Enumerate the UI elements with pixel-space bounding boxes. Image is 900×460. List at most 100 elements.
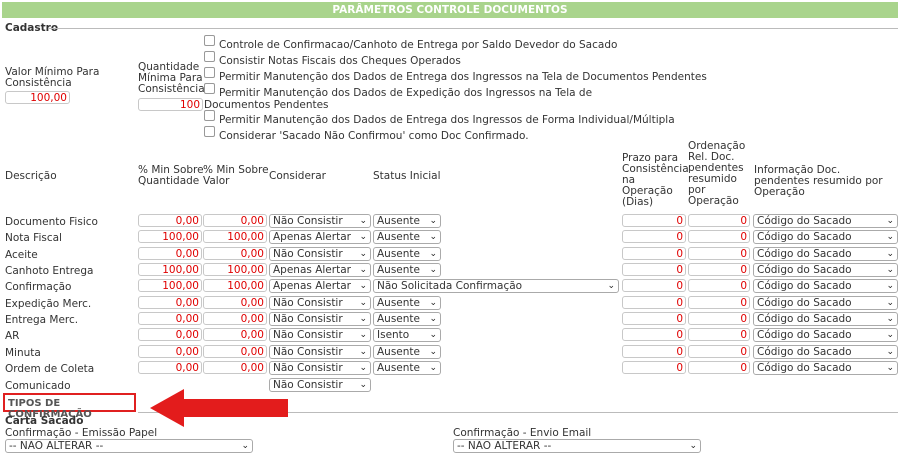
considerar-select[interactable]: Não Consistir ⌄ [269,214,371,228]
info-select[interactable]: Código do Sacado ⌄ [753,344,898,359]
option-checkbox[interactable] [204,126,215,137]
ordenacao-input[interactable]: 0 [688,246,750,260]
prazo-input[interactable]: 0 [622,344,686,358]
info-select[interactable]: Código do Sacado ⌄ [753,263,898,278]
prazo-input[interactable]: 0 [622,328,686,342]
info-select[interactable]: Código do Sacado ⌄ [753,295,898,310]
emissao-papel-value: -- NÃO ALTERAR -- [9,440,104,452]
chevron-down-icon: ⌄ [359,297,367,308]
considerar-select[interactable]: Apenas Alertar ⌄ [269,230,371,245]
ordenacao-input[interactable]: 0 [688,344,750,358]
pct-valor-input[interactable]: 0,00 [203,361,267,375]
prazo-input[interactable]: 0 [622,295,686,309]
pct-qtd-input[interactable]: 100,00 [138,279,202,293]
pct-qtd-input[interactable]: 0,00 [138,246,202,260]
considerar-select[interactable]: Não Consistir ⌄ [269,328,371,343]
considerar-select[interactable]: Não Consistir ⌄ [269,295,371,310]
considerar-select[interactable]: Apenas Alertar ⌄ [269,263,371,278]
status-select[interactable]: Ausente ⌄ [373,214,441,228]
info-select[interactable]: Código do Sacado ⌄ [753,230,898,245]
chevron-down-icon: ⌄ [359,379,367,390]
considerar-select-value: Não Consistir [273,313,343,326]
pct-qtd-input[interactable]: 100,00 [138,230,202,244]
status-select[interactable]: Não Solicitada Confirmação ⌄ [373,279,619,294]
option-checkbox[interactable] [204,51,215,62]
ordenacao-input[interactable]: 0 [688,263,750,277]
info-select[interactable]: Código do Sacado ⌄ [753,279,898,294]
envio-email-select[interactable]: -- NÃO ALTERAR -- ⌄ [453,439,701,453]
prazo-input[interactable]: 0 [622,312,686,326]
col-header-prazo: Prazo para Consistência na Operação (Dia… [622,152,689,208]
pct-valor-input[interactable]: 0,00 [203,295,267,309]
considerar-select[interactable]: Não Consistir ⌄ [269,246,371,261]
prazo-input[interactable]: 0 [622,230,686,244]
chevron-down-icon: ⌄ [886,330,894,341]
info-select[interactable]: Código do Sacado ⌄ [753,214,898,228]
tipos-confirmacao-highlight: TIPOS DE CONFIRMAÇÃO [3,393,136,420]
status-select[interactable]: Isento ⌄ [373,328,441,343]
pct-qtd-input[interactable]: 0,00 [138,328,202,342]
pct-qtd-input[interactable]: 100,00 [138,263,202,277]
pct-valor-input[interactable]: 100,00 [203,263,267,277]
envio-email-label: Confirmação - Envio Email [453,427,592,439]
chevron-down-icon: ⌄ [886,216,894,226]
option-checkbox[interactable] [204,67,215,78]
prazo-input[interactable]: 0 [622,361,686,375]
quantidade-minima-input[interactable]: 100 [138,98,203,111]
considerar-select-value: Não Consistir [273,247,343,260]
col-header-ordenacao: Ordenação Rel. Doc. pendentes resumido p… [688,140,746,207]
row-description: Minuta [5,346,41,359]
info-select[interactable]: Código do Sacado ⌄ [753,328,898,343]
status-select[interactable]: Ausente ⌄ [373,312,441,327]
status-select[interactable]: Ausente ⌄ [373,295,441,310]
info-select[interactable]: Código do Sacado ⌄ [753,361,898,376]
valor-minimo-input[interactable]: 100,00 [5,91,70,104]
ordenacao-input[interactable]: 0 [688,312,750,326]
option-checkbox-label: Permitir Manutenção dos Dados de Entrega… [219,114,675,126]
considerar-select[interactable]: Não Consistir ⌄ [269,312,371,327]
pct-valor-input[interactable]: 100,00 [203,279,267,293]
option-checkbox[interactable] [204,35,215,46]
status-select[interactable]: Ausente ⌄ [373,361,441,376]
prazo-input[interactable]: 0 [622,263,686,277]
pct-valor-input[interactable]: 100,00 [203,230,267,244]
pct-qtd-input[interactable]: 0,00 [138,344,202,358]
prazo-input[interactable]: 0 [622,214,686,227]
row-description: Comunicado [5,379,71,392]
row-description: Documento Fisico [5,216,98,228]
option-checkbox[interactable] [204,110,215,121]
emissao-papel-select[interactable]: -- NÃO ALTERAR -- ⌄ [5,439,253,453]
chevron-down-icon: ⌄ [886,232,894,243]
pct-valor-input[interactable]: 0,00 [203,344,267,358]
considerar-select[interactable]: Não Consistir ⌄ [269,344,371,359]
pct-valor-input[interactable]: 0,00 [203,246,267,260]
ordenacao-input[interactable]: 0 [688,279,750,293]
status-select-value: Ausente [377,215,420,227]
pct-valor-input[interactable]: 0,00 [203,312,267,326]
pct-qtd-input[interactable]: 0,00 [138,295,202,309]
status-select-value: Não Solicitada Confirmação [377,280,523,293]
considerar-select[interactable]: Não Consistir ⌄ [269,361,371,376]
pct-valor-input[interactable]: 0,00 [203,214,267,227]
considerar-select-value: Apenas Alertar [273,231,351,244]
ordenacao-input[interactable]: 0 [688,214,750,227]
info-select[interactable]: Código do Sacado ⌄ [753,312,898,327]
ordenacao-input[interactable]: 0 [688,230,750,244]
pct-qtd-input[interactable]: 0,00 [138,361,202,375]
info-select[interactable]: Código do Sacado ⌄ [753,246,898,261]
prazo-input[interactable]: 0 [622,279,686,293]
considerar-select[interactable]: Apenas Alertar ⌄ [269,279,371,294]
row-description: Aceite [5,248,38,261]
info-select-value: Código do Sacado [757,345,852,358]
ordenacao-input[interactable]: 0 [688,328,750,342]
status-select[interactable]: Ausente ⌄ [373,344,441,359]
ordenacao-input[interactable]: 0 [688,295,750,309]
pct-qtd-input[interactable]: 0,00 [138,312,202,326]
status-select[interactable]: Ausente ⌄ [373,230,441,245]
prazo-input[interactable]: 0 [622,246,686,260]
status-select[interactable]: Ausente ⌄ [373,263,441,278]
status-select[interactable]: Ausente ⌄ [373,246,441,261]
ordenacao-input[interactable]: 0 [688,361,750,375]
pct-qtd-input[interactable]: 0,00 [138,214,202,227]
pct-valor-input[interactable]: 0,00 [203,328,267,342]
